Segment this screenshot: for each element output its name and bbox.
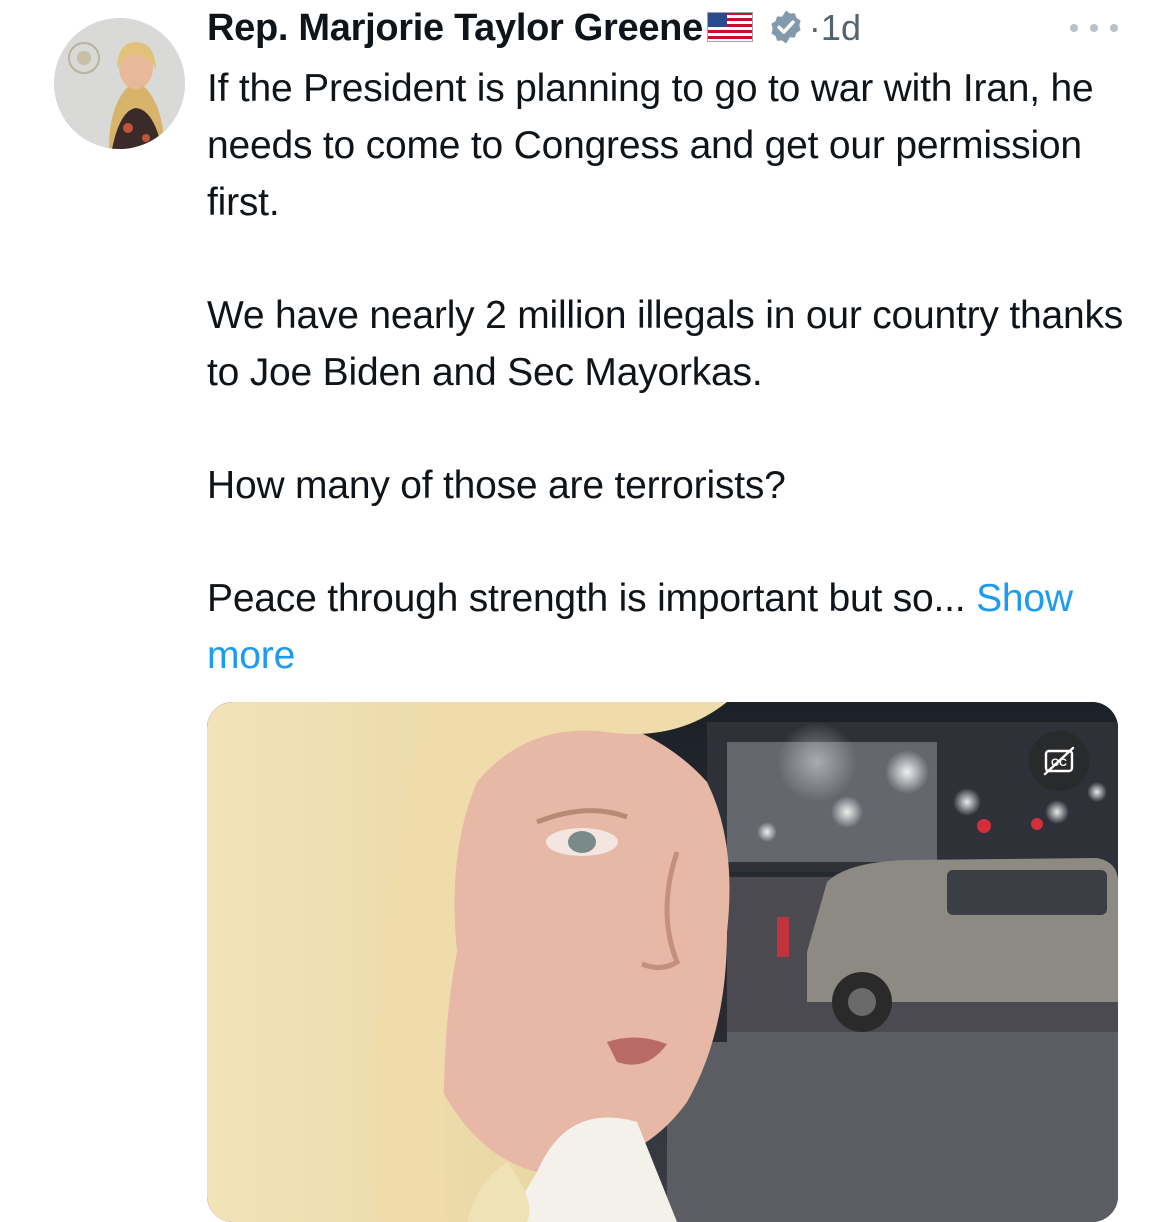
more-options-icon[interactable] bbox=[1070, 18, 1118, 38]
timestamp[interactable]: 1d bbox=[821, 7, 861, 49]
tweet-paragraph: How many of those are terrorists? bbox=[207, 464, 786, 507]
tweet-paragraph-truncated: Peace through strength is important but … bbox=[207, 577, 966, 620]
tweet-paragraph: If the President is planning to go to wa… bbox=[207, 67, 1094, 224]
tweet-header: Rep. Marjorie Taylor Greene · 1d bbox=[207, 2, 861, 54]
video-player[interactable]: CC bbox=[207, 702, 1118, 1222]
us-flag-icon bbox=[706, 11, 753, 47]
tweet[interactable]: Rep. Marjorie Taylor Greene · 1d If the … bbox=[0, 0, 1174, 1222]
tweet-text: If the President is planning to go to wa… bbox=[207, 60, 1147, 684]
tweet-paragraph-last: Peace through strength is important but … bbox=[207, 570, 1147, 684]
avatar[interactable] bbox=[54, 18, 185, 149]
display-name[interactable]: Rep. Marjorie Taylor Greene bbox=[207, 7, 703, 50]
closed-captions-off-icon[interactable]: CC bbox=[1029, 731, 1089, 791]
video-frame bbox=[207, 702, 1118, 1222]
verified-badge-icon[interactable] bbox=[767, 8, 805, 51]
separator-dot: · bbox=[808, 7, 821, 48]
tweet-paragraph: We have nearly 2 million illegals in our… bbox=[207, 294, 1124, 394]
